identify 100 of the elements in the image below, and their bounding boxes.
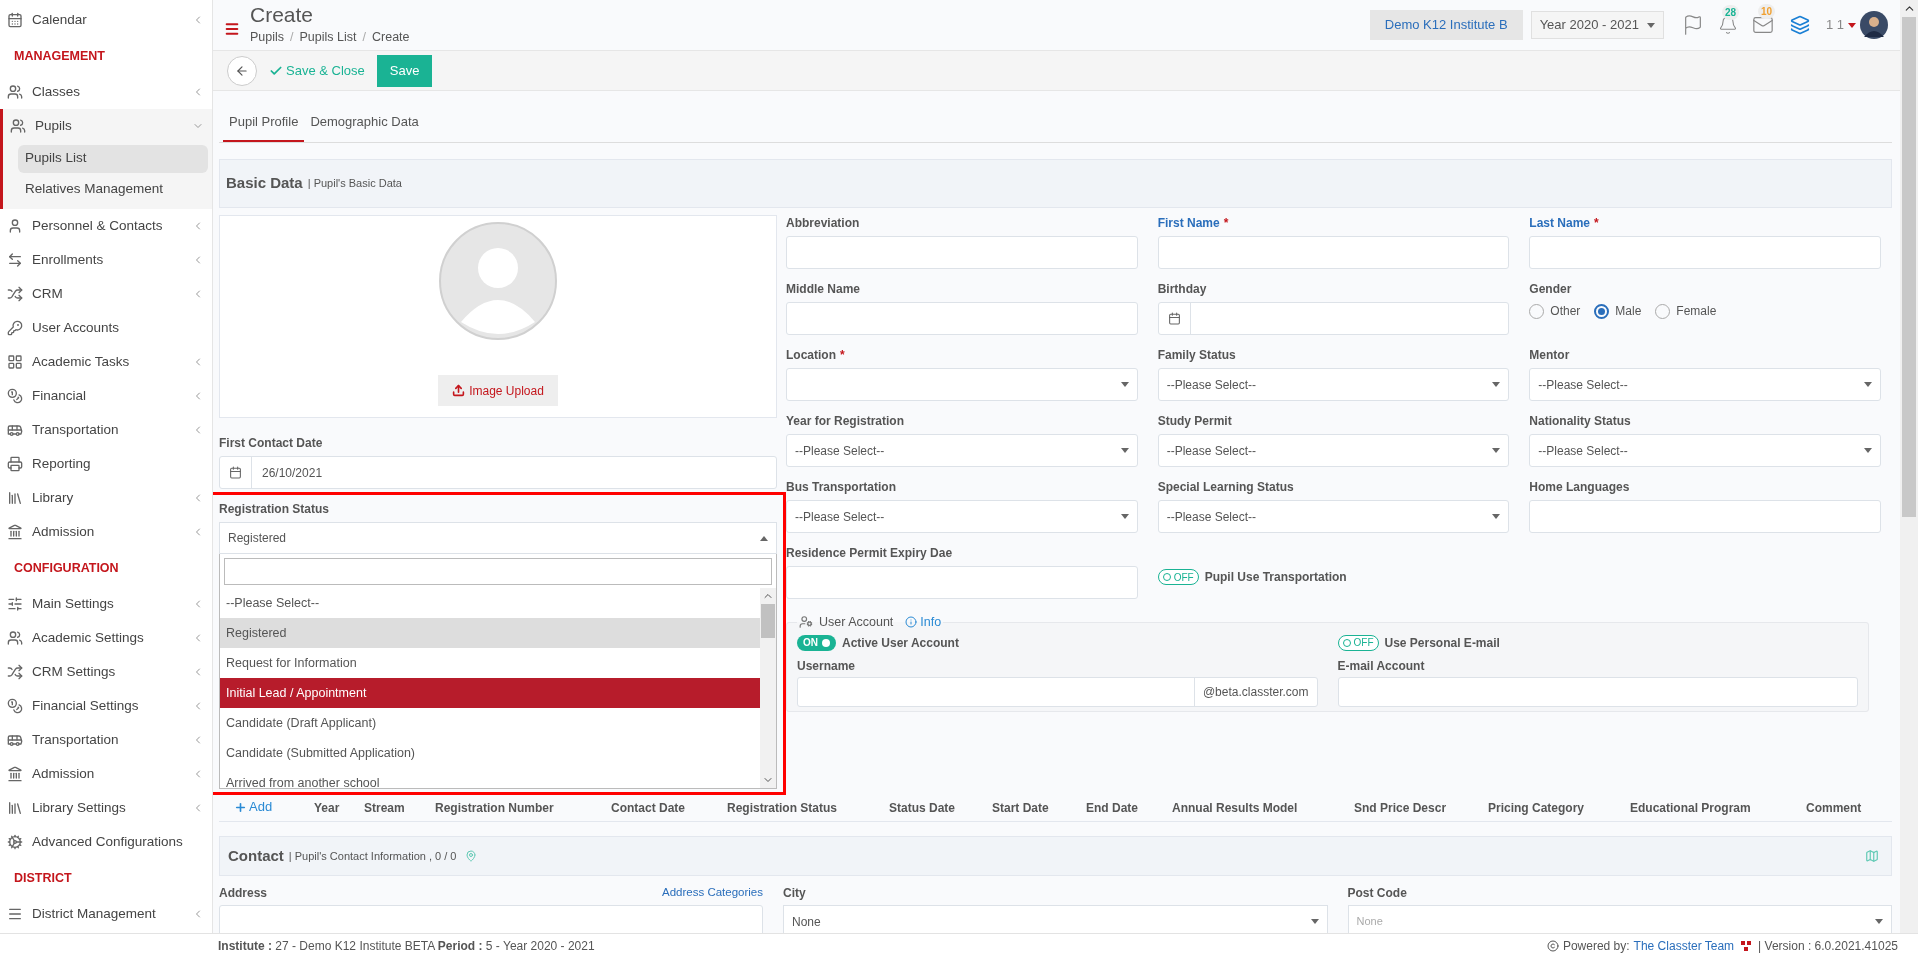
calendar-icon (7, 12, 23, 28)
text-field[interactable] (1529, 500, 1881, 533)
text-field[interactable] (1529, 236, 1881, 269)
caret-icon (1492, 382, 1501, 387)
sidebar-item[interactable]: District Management (0, 897, 212, 931)
select-field[interactable]: Registered (219, 522, 777, 554)
sidebar-item[interactable]: Library (0, 481, 212, 515)
sidebar-section-title: MANAGEMENT (14, 47, 105, 65)
sidebar-item[interactable]: User Accounts (0, 311, 212, 345)
people-icon (7, 630, 23, 646)
avatar[interactable] (1860, 11, 1888, 39)
sidebar-item[interactable]: Transportation (0, 413, 212, 447)
dropdown-option[interactable]: Initial Lead / Appointment (220, 678, 760, 708)
toggle-label: Pupil Use Transportation (1204, 569, 1347, 586)
add-link[interactable]: Add (234, 797, 273, 817)
section-title: Contact (228, 845, 284, 866)
caret-icon (1875, 919, 1883, 924)
date-field[interactable]: 26/10/2021 (219, 456, 777, 489)
select-field[interactable]: --Please Select-- (1157, 500, 1510, 533)
map-icon[interactable] (1865, 849, 1879, 863)
sidebar-item[interactable]: CRM (0, 277, 212, 311)
mail-icon[interactable] (1751, 14, 1774, 36)
scrollbar-thumb[interactable] (1902, 17, 1916, 517)
select-field[interactable] (786, 368, 1138, 401)
sidebar-item[interactable]: Personnel & Contacts (0, 209, 212, 243)
select-field[interactable]: --Please Select-- (1157, 368, 1510, 401)
caret-icon (1120, 448, 1129, 453)
sidebar-item[interactable]: Enrollments (0, 243, 212, 277)
sidebar-item[interactable]: Academic Settings (0, 621, 212, 655)
sidebar-subitem[interactable]: Relatives Management (18, 175, 208, 204)
sidebar-item[interactable]: Classes (0, 75, 212, 109)
text-field[interactable] (786, 236, 1138, 269)
building-icon (7, 766, 23, 782)
address-categories-link[interactable]: Address Categories (662, 884, 763, 902)
image-upload-button[interactable]: Image Upload (438, 375, 558, 406)
select-field[interactable]: --Please Select-- (786, 434, 1138, 467)
sidebar-item[interactable]: Main Settings (0, 587, 212, 621)
section-subtitle: | Pupil's Contact Information , 0 / 0 (288, 848, 457, 864)
calendar-icon (1167, 312, 1181, 325)
sidebar-item[interactable]: Financial (0, 379, 212, 413)
email-field[interactable] (1337, 676, 1858, 707)
caret-icon (1646, 22, 1655, 28)
breadcrumb-link[interactable]: Pupils (250, 28, 285, 47)
text-field[interactable] (786, 566, 1138, 599)
tab[interactable]: Pupil Profile (223, 104, 305, 142)
year-select[interactable]: Year 2020 - 2021 (1530, 11, 1664, 39)
select-field[interactable]: --Please Select-- (1157, 434, 1510, 467)
sidebar-item[interactable]: CRM Settings (0, 655, 212, 689)
sidebar-item[interactable]: Reporting (0, 447, 212, 481)
scrollbar[interactable] (760, 588, 776, 788)
text-field[interactable] (786, 302, 1138, 335)
back-arrow-icon (235, 63, 249, 78)
back-button[interactable] (227, 55, 257, 86)
bell-icon[interactable] (1717, 15, 1738, 35)
calendar-icon (229, 466, 242, 479)
field-label: Gender (1529, 281, 1572, 298)
select-field[interactable]: --Please Select-- (786, 500, 1138, 533)
sidebar-item[interactable]: Library Settings (0, 791, 212, 825)
radio-label: Female (1676, 303, 1717, 320)
sidebar-item[interactable]: Admission (0, 757, 212, 791)
search-field[interactable] (224, 558, 772, 585)
address-field[interactable] (219, 905, 763, 933)
select-field[interactable]: --Please Select-- (1529, 434, 1881, 467)
radio-label: Other (1550, 303, 1581, 320)
field-label: Nationality Status (1529, 413, 1631, 430)
column-header: Annual Results Model (1172, 801, 1298, 815)
menu-icon[interactable] (224, 21, 240, 37)
caret-icon (1492, 514, 1501, 519)
sidebar-item[interactable]: Calendar (0, 3, 212, 37)
info-link[interactable]: Info (905, 613, 942, 632)
layers-icon[interactable] (1789, 15, 1810, 35)
field-label: Residence Permit Expiry Dae (786, 545, 953, 562)
date-field[interactable] (1157, 302, 1510, 335)
dropdown-option[interactable]: Registered (220, 618, 760, 648)
breadcrumb-link[interactable]: Pupils List (299, 28, 357, 47)
tab[interactable]: Demographic Data (304, 104, 425, 142)
select-field[interactable]: --Please Select-- (1529, 368, 1881, 401)
books-icon (7, 800, 23, 816)
caret-icon (1120, 514, 1129, 519)
sidebar-item[interactable]: Pupils (3, 109, 212, 143)
required-mark: * (840, 347, 845, 364)
scrollbar[interactable] (1900, 0, 1918, 933)
sidebar-item[interactable]: Financial Settings (0, 689, 212, 723)
building-icon (7, 524, 23, 540)
sidebar-section-title: DISTRICT (14, 869, 72, 887)
key-icon (7, 320, 23, 336)
sidebar-item[interactable]: Transportation (0, 723, 212, 757)
username-field[interactable]: @beta.classter.com (797, 676, 1318, 707)
radio-button[interactable] (1594, 303, 1610, 319)
sidebar-item[interactable]: Advanced Configurations (0, 825, 212, 859)
sidebar-subitem[interactable]: Pupils List (18, 144, 208, 173)
sidebar-item[interactable]: Academic Tasks (0, 345, 212, 379)
sidebar-item[interactable]: Admission (0, 515, 212, 549)
text-field[interactable] (1157, 236, 1510, 269)
select-field[interactable]: None (783, 905, 1328, 933)
column-header: Contact Date (611, 801, 685, 815)
team-link[interactable]: The Classter Team (1633, 936, 1735, 955)
toggle-label: Use Personal E-mail (1384, 634, 1500, 652)
institute-button[interactable]: Demo K12 Institute B (1369, 10, 1523, 40)
scrollbar-thumb[interactable] (761, 604, 775, 638)
